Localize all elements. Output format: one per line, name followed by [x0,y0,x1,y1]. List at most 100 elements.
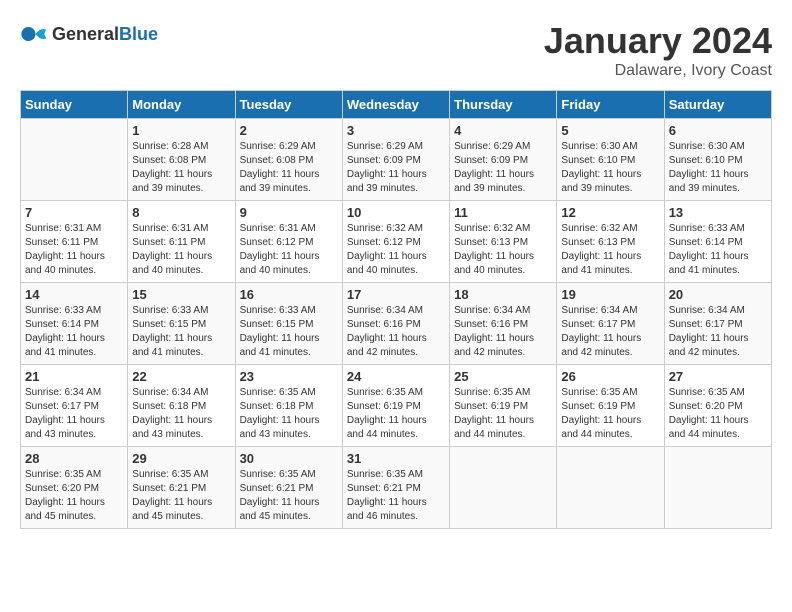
month-title: January 2024 [544,20,772,62]
day-number: 26 [561,369,659,384]
day-header-friday: Friday [557,91,664,119]
day-info: Sunrise: 6:32 AMSunset: 6:13 PMDaylight:… [561,222,659,278]
day-header-saturday: Saturday [664,91,771,119]
day-number: 24 [347,369,445,384]
day-info: Sunrise: 6:33 AMSunset: 6:15 PMDaylight:… [132,304,230,360]
calendar-cell [664,447,771,529]
day-info: Sunrise: 6:35 AMSunset: 6:20 PMDaylight:… [25,468,123,524]
day-number: 17 [347,287,445,302]
calendar-cell: 10 Sunrise: 6:32 AMSunset: 6:12 PMDayligh… [342,201,449,283]
day-number: 6 [669,123,767,138]
calendar-cell: 5Sunrise: 6:30 AMSunset: 6:10 PMDaylight… [557,119,664,201]
day-header-wednesday: Wednesday [342,91,449,119]
calendar-cell [450,447,557,529]
day-info: Sunrise: 6:29 AMSunset: 6:09 PMDaylight:… [347,140,445,196]
day-number: 22 [132,369,230,384]
day-info: Sunrise: 6:34 AMSunset: 6:17 PMDaylight:… [669,304,767,360]
calendar-cell: 15 Sunrise: 6:33 AMSunset: 6:15 PMDayligh… [128,283,235,365]
day-header-sunday: Sunday [21,91,128,119]
day-number: 7 [25,205,123,220]
day-number: 4 [454,123,552,138]
day-info: Sunrise: 6:34 AMSunset: 6:16 PMDaylight:… [347,304,445,360]
day-info: Sunrise: 6:31 AMSunset: 6:12 PMDaylight:… [240,222,338,278]
calendar-cell: 30 Sunrise: 6:35 AMSunset: 6:21 PMDayligh… [235,447,342,529]
calendar-cell: 20 Sunrise: 6:34 AMSunset: 6:17 PMDayligh… [664,283,771,365]
calendar-cell: 3 Sunrise: 6:29 AMSunset: 6:09 PMDaylight… [342,119,449,201]
day-info: Sunrise: 6:35 AMSunset: 6:19 PMDaylight:… [347,386,445,442]
day-number: 21 [25,369,123,384]
day-info: Sunrise: 6:35 AMSunset: 6:19 PMDaylight:… [561,386,659,442]
day-number: 11 [454,205,552,220]
day-number: 2 [240,123,338,138]
calendar-cell: 29 Sunrise: 6:35 AMSunset: 6:21 PMDayligh… [128,447,235,529]
calendar-cell: 31 Sunrise: 6:35 AMSunset: 6:21 PMDayligh… [342,447,449,529]
day-info: Sunrise: 6:35 AMSunset: 6:21 PMDaylight:… [347,468,445,524]
calendar-cell: 11Sunrise: 6:32 AMSunset: 6:13 PMDayligh… [450,201,557,283]
day-number: 12 [561,205,659,220]
day-number: 15 [132,287,230,302]
day-number: 18 [454,287,552,302]
calendar-cell: 18 Sunrise: 6:34 AMSunset: 6:16 PMDayligh… [450,283,557,365]
day-info: Sunrise: 6:31 AMSunset: 6:11 PMDaylight:… [25,222,123,278]
day-header-tuesday: Tuesday [235,91,342,119]
day-number: 27 [669,369,767,384]
day-number: 14 [25,287,123,302]
week-row-3: 14 Sunrise: 6:33 AMSunset: 6:14 PMDayligh… [21,283,772,365]
day-info: Sunrise: 6:34 AMSunset: 6:17 PMDaylight:… [25,386,123,442]
week-row-5: 28 Sunrise: 6:35 AMSunset: 6:20 PMDayligh… [21,447,772,529]
day-info: Sunrise: 6:35 AMSunset: 6:21 PMDaylight:… [240,468,338,524]
calendar-cell: 17 Sunrise: 6:34 AMSunset: 6:16 PMDayligh… [342,283,449,365]
calendar-cell: 4 Sunrise: 6:29 AMSunset: 6:09 PMDaylight… [450,119,557,201]
calendar-cell: 8Sunrise: 6:31 AMSunset: 6:11 PMDaylight… [128,201,235,283]
day-info: Sunrise: 6:33 AMSunset: 6:15 PMDaylight:… [240,304,338,360]
calendar-cell [21,119,128,201]
day-number: 10 [347,205,445,220]
calendar-cell: 14 Sunrise: 6:33 AMSunset: 6:14 PMDayligh… [21,283,128,365]
calendar-cell: 24 Sunrise: 6:35 AMSunset: 6:19 PMDayligh… [342,365,449,447]
calendar-cell: 13 Sunrise: 6:33 AMSunset: 6:14 PMDayligh… [664,201,771,283]
day-number: 8 [132,205,230,220]
calendar-cell: 1Sunrise: 6:28 AMSunset: 6:08 PMDaylight… [128,119,235,201]
day-number: 31 [347,451,445,466]
day-number: 29 [132,451,230,466]
day-number: 19 [561,287,659,302]
day-number: 9 [240,205,338,220]
calendar-cell: 19 Sunrise: 6:34 AMSunset: 6:17 PMDayligh… [557,283,664,365]
week-row-4: 21 Sunrise: 6:34 AMSunset: 6:17 PMDayligh… [21,365,772,447]
calendar-table: SundayMondayTuesdayWednesdayThursdayFrid… [20,90,772,529]
day-number: 13 [669,205,767,220]
day-info: Sunrise: 6:34 AMSunset: 6:17 PMDaylight:… [561,304,659,360]
day-info: Sunrise: 6:34 AMSunset: 6:18 PMDaylight:… [132,386,230,442]
day-info: Sunrise: 6:34 AMSunset: 6:16 PMDaylight:… [454,304,552,360]
day-number: 3 [347,123,445,138]
calendar-cell: 26 Sunrise: 6:35 AMSunset: 6:19 PMDayligh… [557,365,664,447]
logo: GeneralBlue [20,20,158,48]
location-subtitle: Dalaware, Ivory Coast [544,62,772,80]
day-info: Sunrise: 6:29 AMSunset: 6:09 PMDaylight:… [454,140,552,196]
day-number: 28 [25,451,123,466]
calendar-cell: 9 Sunrise: 6:31 AMSunset: 6:12 PMDaylight… [235,201,342,283]
day-header-thursday: Thursday [450,91,557,119]
day-info: Sunrise: 6:35 AMSunset: 6:20 PMDaylight:… [669,386,767,442]
calendar-cell: 16Sunrise: 6:33 AMSunset: 6:15 PMDayligh… [235,283,342,365]
day-number: 30 [240,451,338,466]
day-number: 20 [669,287,767,302]
day-info: Sunrise: 6:35 AMSunset: 6:18 PMDaylight:… [240,386,338,442]
calendar-cell: 2Sunrise: 6:29 AMSunset: 6:08 PMDaylight… [235,119,342,201]
day-number: 1 [132,123,230,138]
week-row-2: 7 Sunrise: 6:31 AMSunset: 6:11 PMDaylight… [21,201,772,283]
day-number: 5 [561,123,659,138]
calendar-cell: 22 Sunrise: 6:34 AMSunset: 6:18 PMDayligh… [128,365,235,447]
logo-blue: Blue [119,24,158,44]
calendar-cell: 25Sunrise: 6:35 AMSunset: 6:19 PMDayligh… [450,365,557,447]
logo-general: General [52,24,119,44]
days-header-row: SundayMondayTuesdayWednesdayThursdayFrid… [21,91,772,119]
calendar-cell: 28 Sunrise: 6:35 AMSunset: 6:20 PMDayligh… [21,447,128,529]
day-info: Sunrise: 6:35 AMSunset: 6:19 PMDaylight:… [454,386,552,442]
day-info: Sunrise: 6:33 AMSunset: 6:14 PMDaylight:… [25,304,123,360]
day-info: Sunrise: 6:33 AMSunset: 6:14 PMDaylight:… [669,222,767,278]
day-info: Sunrise: 6:35 AMSunset: 6:21 PMDaylight:… [132,468,230,524]
day-info: Sunrise: 6:32 AMSunset: 6:12 PMDaylight:… [347,222,445,278]
calendar-cell: 27 Sunrise: 6:35 AMSunset: 6:20 PMDayligh… [664,365,771,447]
calendar-cell: 6Sunrise: 6:30 AMSunset: 6:10 PMDaylight… [664,119,771,201]
